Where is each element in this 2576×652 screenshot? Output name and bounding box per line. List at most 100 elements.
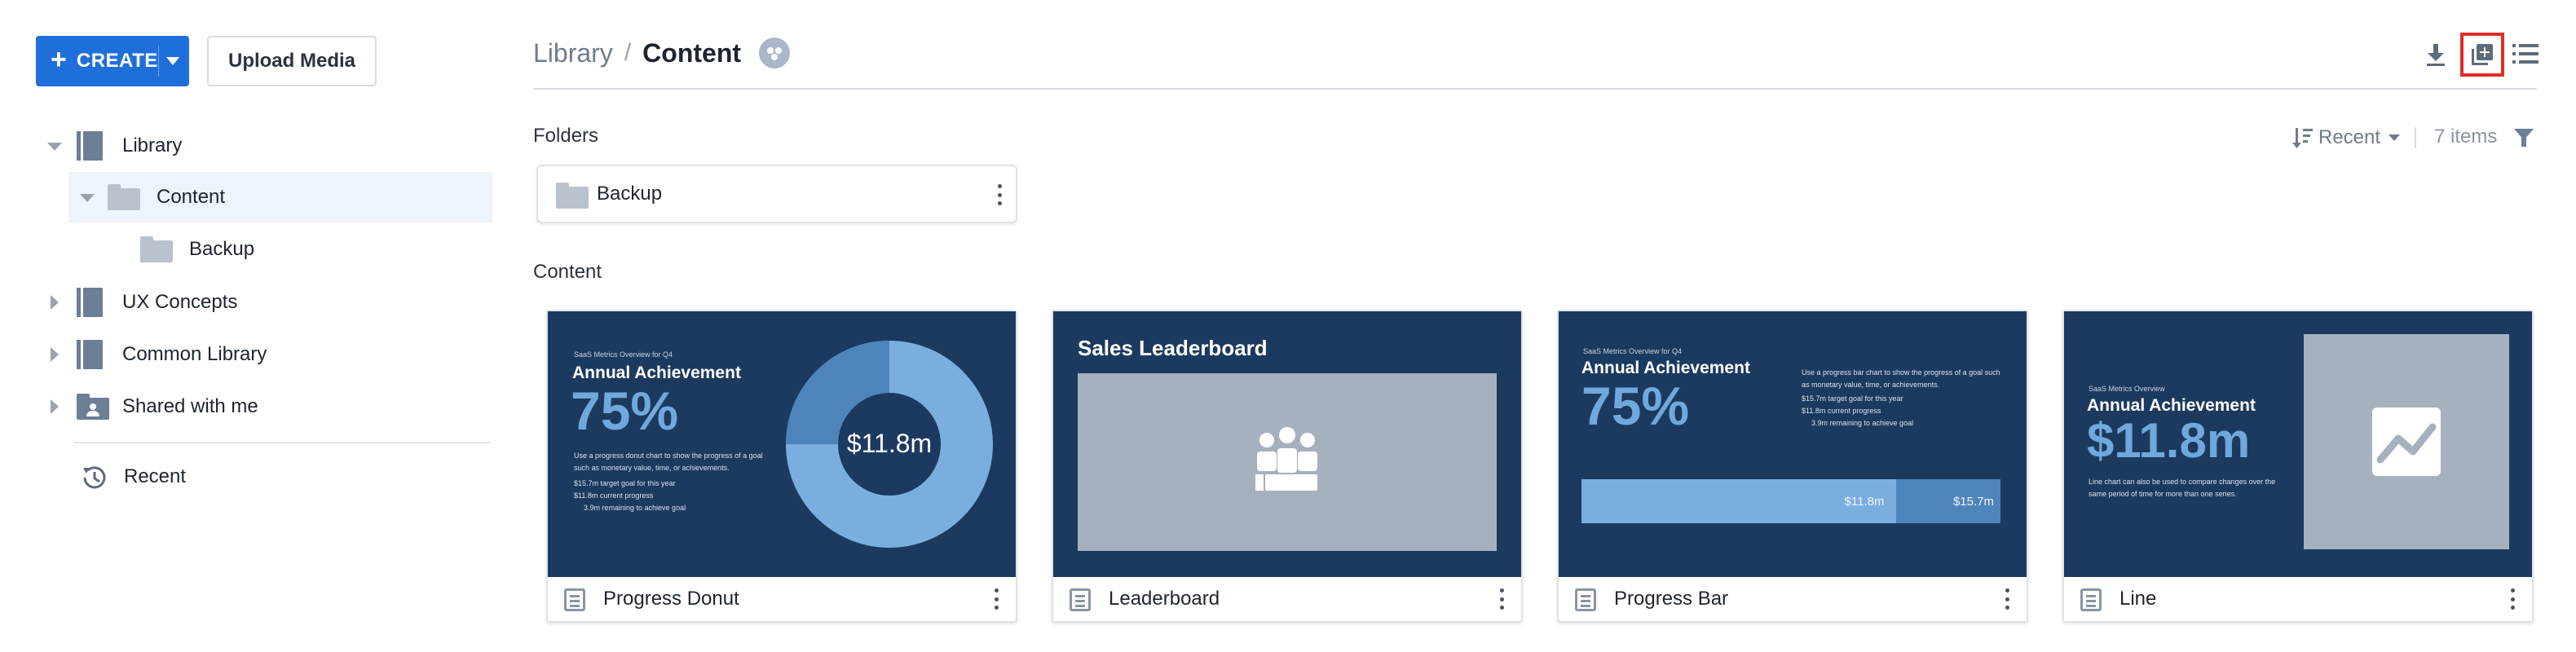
document-icon [2080, 588, 2102, 611]
folders-section-label: Folders [533, 125, 599, 147]
filter-icon-stem[interactable] [2521, 137, 2526, 147]
folder-icon [108, 184, 140, 210]
sidebar-item-content[interactable]: Content [68, 172, 492, 222]
create-button-divider [158, 46, 159, 77]
create-button-label: CREATE [76, 50, 158, 72]
leaderboard-icon [1255, 427, 1317, 491]
chevron-down-icon[interactable] [80, 194, 95, 202]
sidebar-divider [73, 442, 491, 443]
card-thumbnail: SaaS Metrics Overview for Q4 Annual Achi… [1559, 311, 2027, 577]
thumb-description: Use a progress donut chart to show the p… [574, 452, 763, 472]
share-settings-icon[interactable] [759, 37, 791, 68]
progress-target-label: $15.7m [1952, 495, 1994, 509]
thumb-legend-3: 3.9m remaining to achieve goal [584, 504, 686, 512]
card-footer: Progress Donut [548, 577, 1016, 621]
document-icon [1575, 588, 1596, 611]
sidebar-item-label: Backup [189, 238, 255, 260]
content-card-leaderboard[interactable]: Sales Leaderboard Leaderboard [1052, 310, 1523, 623]
card-footer: Progress Bar [1559, 577, 2027, 621]
card-footer: Leaderboard [1053, 577, 1521, 621]
folder-card-backup[interactable]: Backup [536, 165, 1017, 223]
book-icon [77, 131, 103, 161]
page-title: Content [642, 37, 742, 68]
sort-icon [2292, 128, 2313, 148]
thumb-kicker: SaaS Metrics Overview for Q4 [574, 350, 673, 359]
sidebar-item-common-library[interactable]: Common Library [36, 329, 492, 380]
chevron-right-icon[interactable] [51, 347, 59, 362]
list-view-icon[interactable] [2512, 42, 2539, 65]
more-options-icon[interactable] [2005, 588, 2010, 610]
chevron-down-icon [2389, 134, 2401, 141]
chevron-down-icon[interactable] [166, 57, 179, 65]
sidebar-item-label: UX Concepts [122, 291, 238, 313]
add-view-button[interactable] [2460, 33, 2504, 77]
content-card-progress-bar[interactable]: SaaS Metrics Overview for Q4 Annual Achi… [1557, 310, 2028, 623]
more-options-icon[interactable] [2511, 588, 2516, 610]
document-icon [1070, 588, 1091, 611]
donut-center-label: $11.8m [847, 429, 932, 458]
sort-dropdown[interactable]: Recent [2292, 126, 2401, 150]
book-icon [77, 288, 103, 317]
card-title: Progress Bar [1614, 588, 1729, 610]
folder-icon [556, 183, 589, 209]
breadcrumb-library-link[interactable]: Library [533, 38, 613, 68]
sidebar-item-label: Shared with me [122, 395, 258, 417]
thumb-kicker: SaaS Metrics Overview [2089, 385, 2165, 393]
sidebar: + CREATE Upload Media Library Content Ba… [0, 0, 514, 652]
thumb-big-value: 75% [571, 381, 679, 441]
toolbar-separator [2415, 127, 2416, 148]
folder-card-label: Backup [597, 183, 663, 205]
thumb-kicker: SaaS Metrics Overview for Q4 [1583, 347, 1683, 355]
sidebar-item-shared-with-me[interactable]: Shared with me [36, 381, 492, 432]
card-title: Leaderboard [1109, 588, 1220, 610]
history-icon [83, 466, 106, 489]
download-icon[interactable] [2424, 42, 2447, 67]
sidebar-item-recent[interactable]: Recent [73, 452, 492, 502]
thumb-legend-2: $11.8m current progress [1802, 407, 1881, 415]
content-card-progress-donut[interactable]: SaaS Metrics Overview for Q4 Annual Achi… [546, 310, 1017, 623]
card-thumbnail: SaaS Metrics Overview Annual Achievement… [2064, 311, 2532, 577]
document-icon [564, 588, 585, 611]
book-icon [77, 340, 103, 369]
thumb-description: Line chart can also be used to compare c… [2089, 478, 2276, 498]
create-button[interactable]: + CREATE [36, 36, 189, 86]
line-chart-icon [2372, 408, 2441, 476]
items-count: 7 items [2434, 126, 2498, 148]
sidebar-item-label: Content [157, 186, 226, 208]
donut-chart: $11.8m [786, 341, 993, 548]
upload-media-button[interactable]: Upload Media [207, 36, 377, 86]
progress-bar-track: $11.8m $15.7m [1581, 479, 2000, 523]
more-options-icon[interactable] [998, 184, 1003, 205]
more-options-icon[interactable] [1500, 588, 1505, 610]
sidebar-item-label: Library [122, 134, 183, 156]
chevron-right-icon[interactable] [51, 399, 59, 414]
breadcrumb: Library / Content [533, 34, 791, 72]
thumb-big-value: $11.8m [2087, 413, 2251, 468]
add-view-icon [2472, 44, 2493, 65]
card-thumbnail: Sales Leaderboard [1053, 311, 1521, 577]
thumb-heading: Sales Leaderboard [1078, 336, 1268, 360]
thumb-description: Use a progress bar chart to show the pro… [1802, 368, 2000, 389]
progress-bar-fill: $11.8m [1581, 479, 1896, 523]
thumb-legend-3: 3.9m remaining to achieve goal [1811, 419, 1914, 427]
thumb-placeholder [1078, 373, 1497, 551]
card-title: Line [2119, 588, 2157, 610]
plus-icon: + [51, 43, 67, 75]
thumb-legend-1: $15.7m target goal for this year [1802, 394, 1903, 403]
content-card-line[interactable]: SaaS Metrics Overview Annual Achievement… [2062, 310, 2534, 623]
chevron-down-icon[interactable] [47, 143, 62, 151]
sort-label: Recent [2318, 126, 2381, 148]
card-thumbnail: SaaS Metrics Overview for Q4 Annual Achi… [548, 311, 1016, 577]
sidebar-item-backup[interactable]: Backup [139, 224, 492, 275]
sidebar-item-ux-concepts[interactable]: UX Concepts [36, 277, 492, 328]
more-options-icon[interactable] [995, 588, 999, 610]
sidebar-item-library[interactable]: Library [36, 121, 492, 171]
chevron-right-icon[interactable] [51, 295, 59, 310]
content-section-label: Content [533, 261, 602, 283]
header-divider [533, 88, 2537, 90]
progress-current-label: $11.8m [1844, 495, 1885, 509]
thumb-big-value: 75% [1581, 376, 1690, 436]
thumb-legend-2: $11.8m current progress [574, 491, 654, 500]
thumb-legend-1: $15.7m target goal for this year [574, 479, 676, 487]
shared-folder-icon [77, 394, 109, 420]
